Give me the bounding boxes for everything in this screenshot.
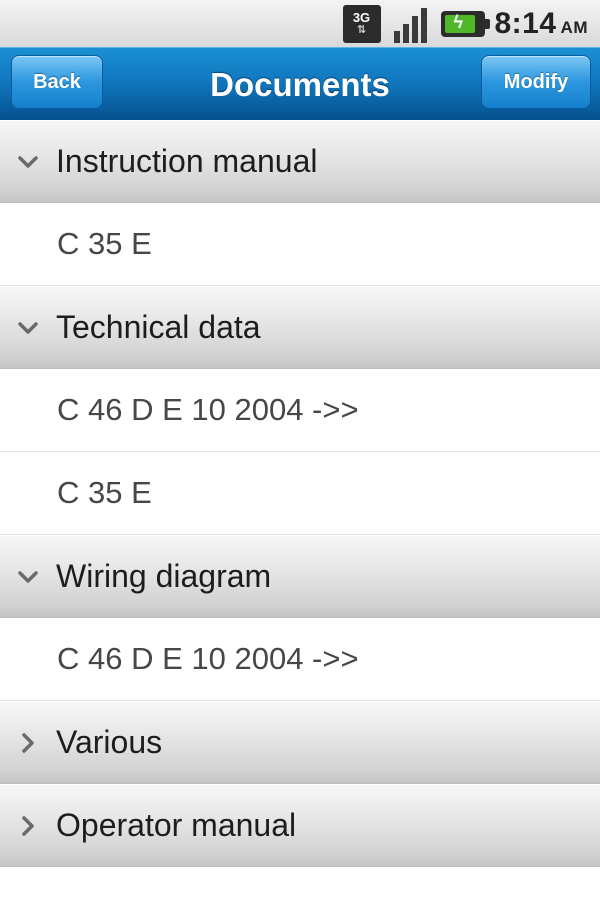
section-label: Wiring diagram — [56, 558, 272, 594]
section-label: Operator manual — [56, 807, 297, 843]
document-item[interactable]: C 46 D E 10 2004 ->> — [0, 369, 600, 452]
section-label: Technical data — [56, 309, 261, 345]
section-header[interactable]: Various — [0, 701, 600, 784]
network-3g-icon: 3G ⇅ — [342, 4, 381, 43]
signal-icon — [391, 5, 431, 43]
chevron-down-icon — [0, 120, 56, 203]
documents-list: Instruction manual C 35 E Technical data C … — [0, 120, 600, 867]
modify-button[interactable]: Modify — [481, 55, 591, 109]
network-activity-arrows: ⇅ — [356, 23, 367, 36]
status-clock: 8:14 AM — [495, 7, 589, 41]
navigation-bar: Documents Back Modify — [0, 47, 600, 120]
network-type-label: 3G — [352, 9, 371, 25]
section-header[interactable]: Technical data — [0, 286, 600, 369]
clock-ampm: AM — [560, 17, 588, 37]
section-header[interactable]: Instruction manual — [0, 120, 600, 203]
battery-icon: ϟ — [440, 10, 490, 37]
section-label: Instruction manual — [56, 143, 318, 179]
clock-time: 8:14 — [494, 6, 557, 40]
document-item[interactable]: C 35 E — [0, 452, 600, 535]
section-label: Various — [56, 724, 163, 760]
document-item[interactable]: C 46 D E 10 2004 ->> — [0, 618, 600, 701]
chevron-down-icon — [0, 286, 56, 369]
section-header[interactable]: Wiring diagram — [0, 535, 600, 618]
chevron-down-icon — [0, 535, 56, 618]
document-item[interactable]: C 35 E — [0, 203, 600, 286]
status-bar: 3G ⇅ ϟ 8:14 AM — [0, 0, 600, 47]
back-button[interactable]: Back — [11, 55, 103, 109]
section-header[interactable]: Operator manual — [0, 784, 600, 867]
chevron-right-icon — [0, 784, 56, 867]
chevron-right-icon — [0, 701, 56, 784]
